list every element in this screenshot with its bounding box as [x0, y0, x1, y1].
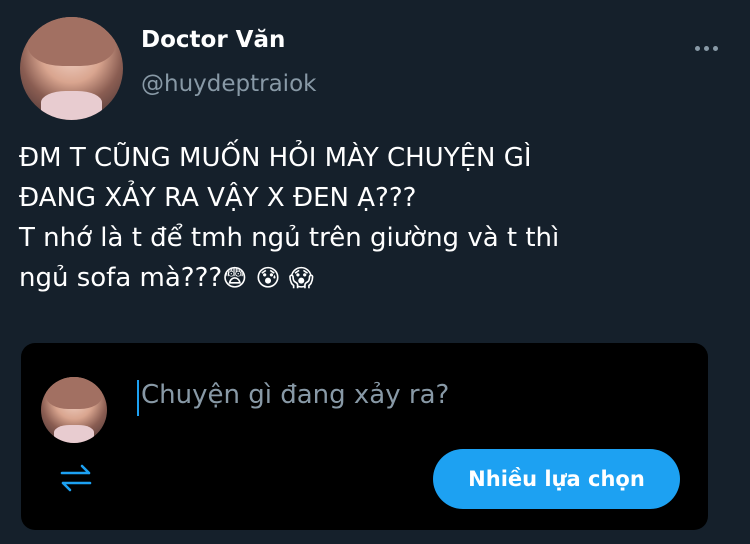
tweet-line: T nhớ là t để tmh ngủ trên giường và t t… [19, 223, 560, 253]
reply-composer: Chuyện gì đang xảy ra? Nhiều lựa chọn [21, 343, 708, 530]
dot [713, 45, 718, 51]
retweet-icon[interactable] [58, 460, 94, 496]
reply-avatar [41, 377, 107, 443]
fearful-face-emoji: 😨 [222, 264, 248, 292]
more-horizontal-icon[interactable] [695, 41, 719, 55]
tweet-text: ĐM T CŨNG MUỐN HỎI MÀY CHUYỆN GÌ ĐANG XẢ… [19, 138, 734, 298]
tweet-line: ĐANG XẢY RA VẬY X ĐEN Ạ??? [19, 183, 417, 213]
author-avatar[interactable] [20, 17, 123, 120]
author-handle[interactable]: @huydeptraiok [141, 71, 316, 97]
tweet-line-last: ngủ sofa mà???😨 😰 😱 [19, 258, 734, 298]
tweet-line: ĐM T CŨNG MUỐN HỎI MÀY CHUYỆN GÌ [19, 143, 532, 173]
text-caret [137, 380, 139, 416]
screaming-face-emoji: 😱 [288, 264, 314, 292]
author-display-name[interactable]: Doctor Văn [141, 27, 285, 53]
anxious-sweat-face-emoji: 😰 [255, 264, 281, 292]
dot [704, 45, 709, 51]
tweet-line-text: ngủ sofa mà??? [19, 263, 223, 293]
reply-input[interactable]: Chuyện gì đang xảy ra? [141, 380, 449, 410]
dot [695, 45, 700, 51]
more-options-button[interactable]: Nhiều lựa chọn [433, 449, 680, 509]
